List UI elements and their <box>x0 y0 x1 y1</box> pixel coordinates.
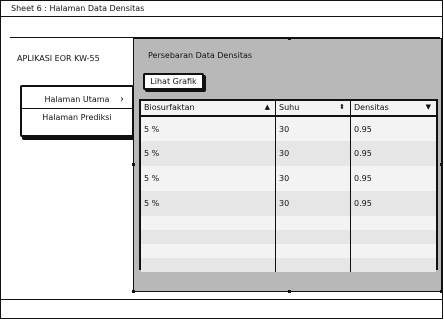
resize-handle[interactable] <box>288 290 291 293</box>
navigation-menu: Halaman Utama › Halaman Prediksi <box>20 85 134 137</box>
chevron-right-icon: › <box>120 94 124 105</box>
cell-densitas: 0.95 <box>350 191 436 216</box>
cell-suhu: 30 <box>275 141 351 166</box>
cell-densitas: 0.95 <box>354 125 372 134</box>
resize-handle[interactable] <box>132 290 135 293</box>
resize-handle[interactable] <box>440 163 443 166</box>
cell-suhu: 30 <box>275 116 351 141</box>
triangle-up-icon: ▲ <box>264 103 270 111</box>
app-title: APLIKASI EOR KW-55 <box>17 54 100 63</box>
table-row[interactable]: 5 % 30 0.95 <box>141 191 436 216</box>
empty-row <box>141 216 436 230</box>
table-row[interactable]: 5 % 30 0.95 <box>141 116 436 141</box>
empty-row <box>141 244 436 258</box>
footer-divider <box>0 299 443 300</box>
column-header-suhu[interactable]: Suhu ⬍ <box>275 101 351 117</box>
empty-row <box>141 230 436 244</box>
menu-item-halaman-utama[interactable]: Halaman Utama › <box>22 91 132 109</box>
menu-item-label: Halaman Prediksi <box>42 113 112 122</box>
column-header-biosurfaktan[interactable]: Biosurfaktan ▲ <box>141 101 276 117</box>
cell-suhu: 30 <box>275 191 351 216</box>
table-row[interactable]: 5 % 30 0.95 <box>141 166 436 191</box>
empty-row <box>141 258 436 272</box>
sort-updown-icon: ⬍ <box>339 103 345 111</box>
cell-biosurfaktan: 5 % <box>141 166 276 191</box>
window-title: Sheet 6 : Halaman Data Densitas <box>1 1 442 17</box>
cell-densitas: 0.95 <box>350 141 436 166</box>
resize-handle[interactable] <box>132 163 135 166</box>
column-header-densitas[interactable]: Densitas ▼ <box>350 101 436 117</box>
resize-handle[interactable] <box>288 37 291 40</box>
cell-biosurfaktan: 5 % <box>141 141 276 166</box>
data-table: Biosurfaktan ▲ Suhu ⬍ Densitas ▼ 5 % 30 … <box>139 99 438 272</box>
menu-item-label: Halaman Utama <box>44 95 110 104</box>
cell-densitas: 0.95 <box>354 174 372 183</box>
lihat-grafik-button[interactable]: Lihat Grafik <box>143 73 204 90</box>
cell-biosurfaktan: 5 % <box>141 116 276 141</box>
triangle-down-icon: ▼ <box>425 103 431 111</box>
cell-biosurfaktan: 5 % <box>141 191 276 216</box>
resize-handle[interactable] <box>440 290 443 293</box>
panel-title: Persebaran Data Densitas <box>148 51 253 60</box>
table-row[interactable]: 5 % 30 0.95 <box>141 141 436 166</box>
menu-item-halaman-prediksi[interactable]: Halaman Prediksi <box>22 109 132 127</box>
cell-suhu: 30 <box>275 166 351 191</box>
